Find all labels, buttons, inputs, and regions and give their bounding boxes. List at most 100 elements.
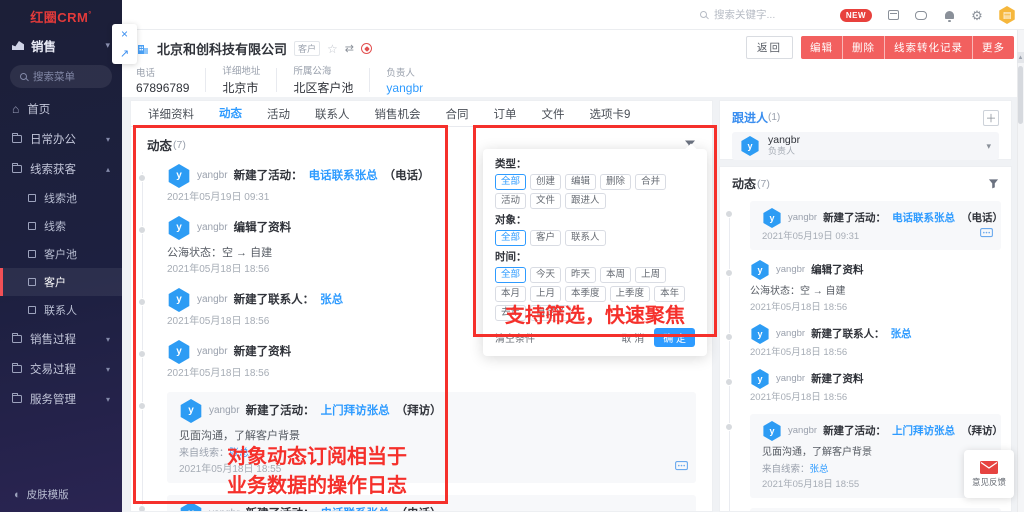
follower-row[interactable]: y yangbr 负责人 ▾ [732,132,999,160]
filter-chip[interactable]: 昨天 [565,267,596,283]
filter-chip[interactable]: 删除 [600,174,631,190]
timeline-dot [138,505,146,512]
sidebar-subitem-4[interactable]: 联系人 [0,296,122,324]
message-icon[interactable] [914,8,928,22]
clear-conditions-button[interactable]: 清空条件 [495,330,535,345]
feed-timestamp: 2021年05月18日 18:56 [167,368,696,380]
tab-6[interactable]: 订单 [493,101,518,127]
follow-seal-icon[interactable] [361,43,372,54]
tab-4[interactable]: 销售机会 [374,101,422,127]
app-switcher[interactable]: 销售 ▾ [0,26,122,61]
action-button-0[interactable]: 编辑 [801,36,843,59]
feed-action: 新建了活动： [246,402,315,420]
cancel-button[interactable]: 取 消 [621,330,644,345]
filter-chip[interactable]: 活动 [495,193,526,209]
filter-chip[interactable]: 文件 [530,193,561,209]
feed-entry-body: yyangbr新建了活动：电话联系张总（电话）2021年05月19日 09:31 [750,201,1001,250]
transfer-icon[interactable]: ⇄ [345,42,354,55]
timeline-dot [725,269,733,277]
tab-2[interactable]: 活动 [266,101,291,127]
add-follower-button[interactable]: ＋ [983,110,999,126]
filter-chip[interactable]: 本年 [654,286,685,302]
scroll-up-arrow[interactable]: ▲ [1017,52,1024,63]
action-button-1[interactable]: 删除 [843,36,885,59]
tab-3[interactable]: 联系人 [314,101,351,127]
tab-7[interactable]: 文件 [541,101,566,127]
tab-8[interactable]: 选项卡9 [589,101,632,127]
filter-chip[interactable]: 自定义 [530,305,571,321]
filter-chip[interactable]: 创建 [530,174,561,190]
tab-0[interactable]: 详细资料 [147,101,195,127]
sidebar-subitem-3[interactable]: 客户 [0,268,122,296]
skin-template-button[interactable]: ◐ 皮肤模版 [14,487,69,502]
filter-chip[interactable]: 今天 [530,267,561,283]
sidebar-search-input[interactable]: 搜索菜单 [10,65,112,88]
follower-role: 负责人 [768,146,800,157]
feed-record-link[interactable]: 张总 [891,325,912,343]
filter-chip[interactable]: 联系人 [565,230,606,246]
filter-chip[interactable]: 本周 [600,267,631,283]
sidebar-item-3[interactable]: 销售过程▾ [0,324,122,354]
tab-bar: 详细资料动态活动联系人销售机会合同订单文件选项卡9 [131,101,712,127]
filter-funnel-icon[interactable] [988,178,999,189]
feed-source-link[interactable]: 张总 [810,464,829,475]
feed-record-link[interactable]: 张总 [320,291,343,309]
sidebar-item-label: 首页 [27,101,50,117]
field-value: 北京市 [222,79,260,96]
action-button-2[interactable]: 线索转化记录 [885,36,973,59]
filter-chip[interactable]: 上月 [530,286,561,302]
tab-5[interactable]: 合同 [445,101,470,127]
feed-record-link[interactable]: 上门拜访张总 [892,422,955,440]
feed-source-link[interactable]: 张总 [229,448,249,459]
filter-chip[interactable]: 上周 [635,267,666,283]
filter-chip[interactable]: 全部 [495,230,526,246]
feed-source: 来自线索：张总 [179,448,684,460]
action-button-3[interactable]: 更多 [973,36,1014,59]
comment-icon[interactable] [675,459,688,477]
chevron-down-icon: ▾ [105,40,110,51]
tab-1[interactable]: 动态 [218,100,243,128]
close-icon[interactable]: × [121,28,128,40]
filter-chip[interactable]: 客户 [530,230,561,246]
feed-record-link[interactable]: 电话联系张总 [321,505,390,512]
filter-chip[interactable]: 上季度 [610,286,651,302]
sidebar-item-2[interactable]: 线索获客▴ [0,154,122,184]
calendar-icon[interactable] [886,8,900,22]
confirm-button[interactable]: 确 定 [654,328,695,347]
sidebar-item-1[interactable]: 日常办公▾ [0,124,122,154]
gear-icon[interactable]: ⚙ [970,8,984,22]
comment-icon[interactable] [980,226,993,244]
filter-group-2: 时间：全部今天昨天本周上周本月上月本季度上季度本年去年自定义 [495,250,695,321]
avatar: y [740,136,760,156]
feed-entry: yyangbr新建了资料2021年05月18日 18:56 [720,364,1011,409]
sidebar-subitem-1[interactable]: 线索 [0,212,122,240]
bell-icon[interactable] [942,8,956,22]
feedback-button[interactable]: 意见反馈 [964,450,1014,498]
user-avatar[interactable]: ▤ [998,6,1016,24]
sidebar-subitem-2[interactable]: 客户池 [0,240,122,268]
sidebar-item-4[interactable]: 交易过程▾ [0,354,122,384]
filter-chip[interactable]: 编辑 [565,174,596,190]
expand-arrow-icon[interactable]: ↗ [120,49,129,60]
chevron-down-icon[interactable]: ▾ [986,141,991,152]
filter-chip[interactable]: 去年 [495,305,526,321]
feed-record-link[interactable]: 上门拜访张总 [321,402,390,420]
star-icon[interactable]: ☆ [327,42,338,56]
filter-chip[interactable]: 跟进人 [565,193,606,209]
feed-record-link[interactable]: 电话联系张总 [892,209,955,227]
field-value[interactable]: yangbr [386,81,423,95]
sidebar-item-0[interactable]: ⌂首页 [0,94,122,124]
filter-chip[interactable]: 本月 [495,286,526,302]
back-button[interactable]: 返回 [746,36,793,59]
scrollbar-thumb[interactable] [1018,66,1023,124]
filter-chip[interactable]: 合并 [635,174,666,190]
feed-action: 新建了联系人： [811,325,885,343]
filter-chip[interactable]: 全部 [495,267,526,283]
global-search-input[interactable]: 搜索关键字... [700,7,775,22]
sidebar-item-5[interactable]: 服务管理▾ [0,384,122,414]
filter-chip[interactable]: 本季度 [565,286,606,302]
feed-record-link[interactable]: 电话联系张总 [309,167,378,185]
filter-chip[interactable]: 全部 [495,174,526,190]
page-title: 北京和创科技有限公司 [157,39,287,58]
sidebar-subitem-0[interactable]: 线索池 [0,184,122,212]
